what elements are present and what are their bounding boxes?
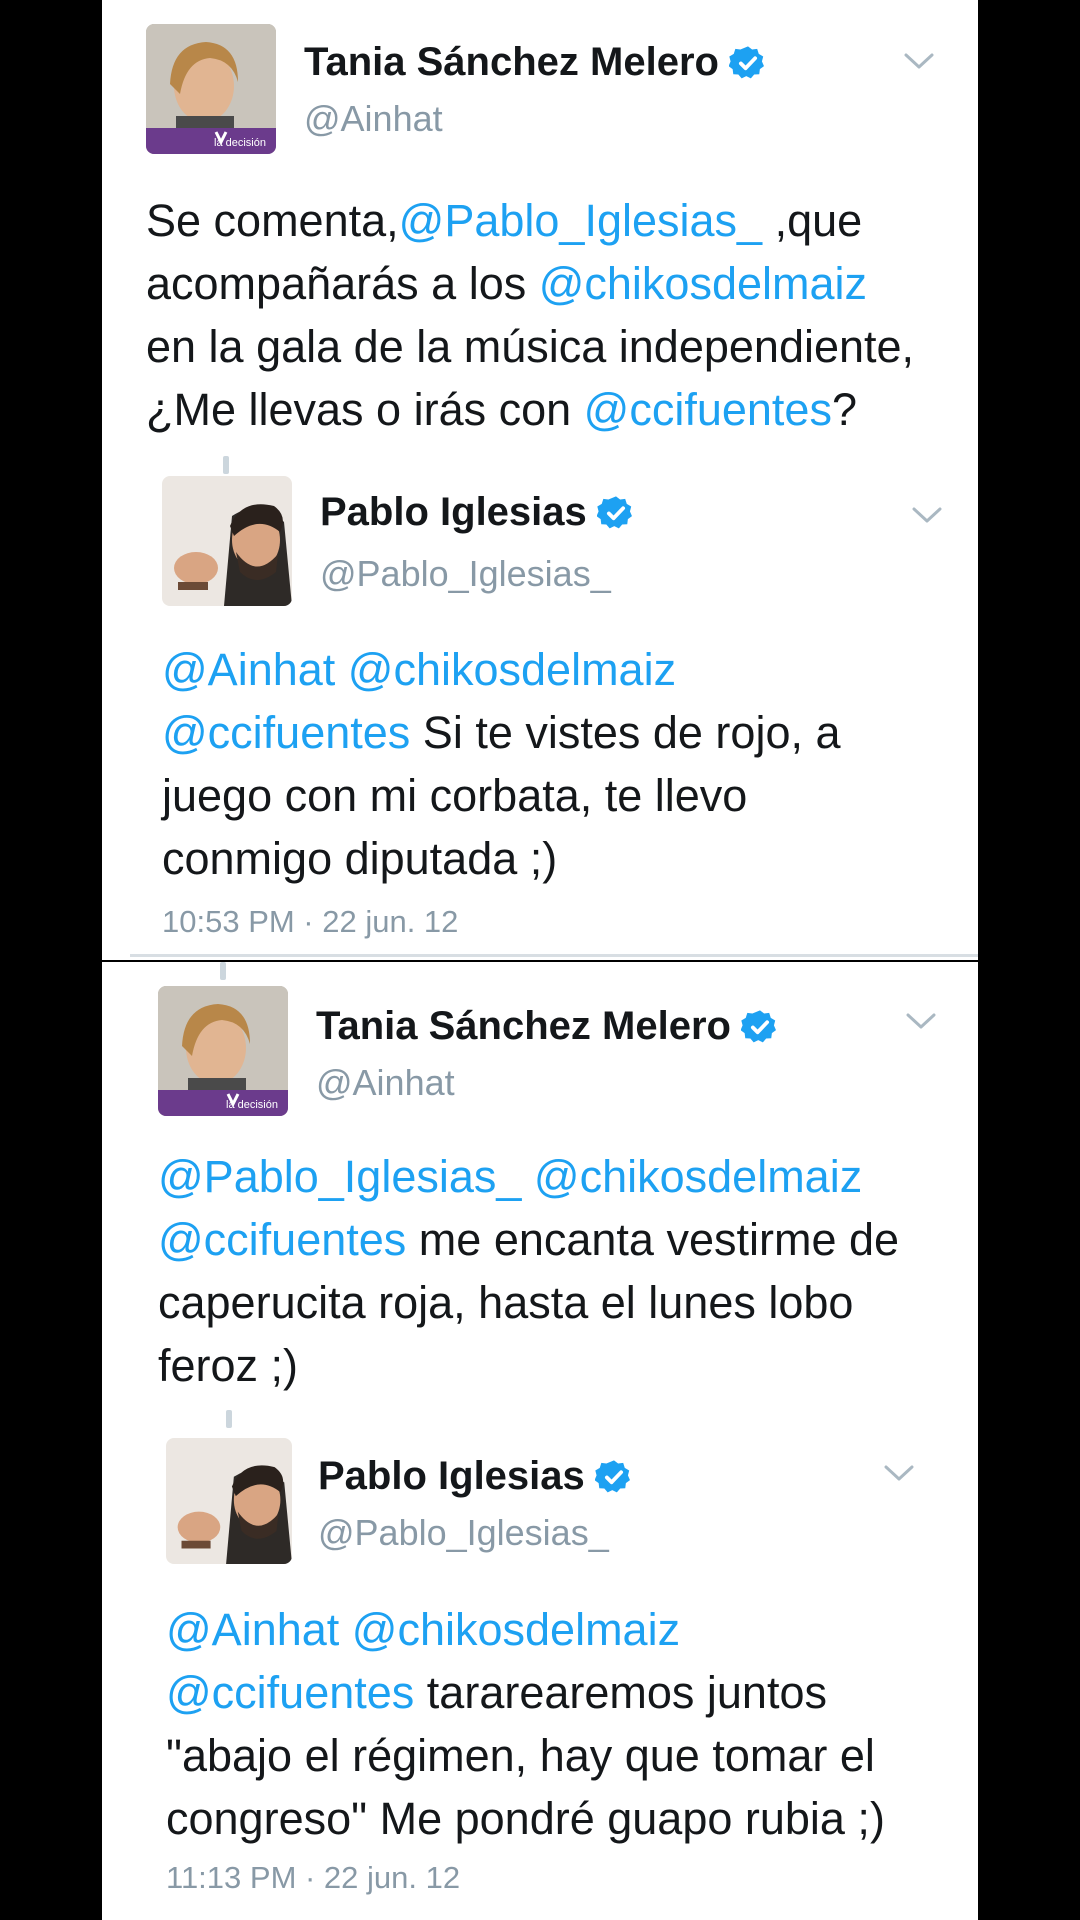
tweet-line: @Ainhat @chikosdelmaiz <box>166 1598 885 1661</box>
tweet-line: Se comenta,@Pablo_Iglesias_ ,que <box>146 189 914 252</box>
tweet-line: @ccifuentes me encanta vestirme de <box>158 1208 899 1271</box>
mention-link[interactable]: @Pablo_Iglesias_ <box>399 195 762 246</box>
author-handle[interactable]: @Ainhat <box>304 98 443 140</box>
card-divider <box>130 954 978 957</box>
text-segment: en la gala de la música independiente, <box>146 321 915 372</box>
tweet-pablo-2[interactable]: Pablo Iglesias @Pablo_Iglesias_ @Ainhat … <box>102 1432 978 1920</box>
tweet-line: ¿Me llevas o irás con @ccifuentes? <box>146 378 914 441</box>
tweet-line: conmigo diputada ;) <box>162 827 841 890</box>
text-segment: me encanta vestirme de <box>406 1214 900 1265</box>
conversation-card-2: la decisión Tania Sánchez Melero @Ainhat… <box>102 962 978 1920</box>
author-name[interactable]: Tania Sánchez Melero <box>304 40 719 85</box>
conversation-card-1: la decisión Tania Sánchez Melero @Ainhat… <box>102 0 978 960</box>
tweet-line: congreso" Me pondré guapo rubia ;) <box>166 1787 885 1850</box>
verified-badge-icon <box>740 1009 776 1042</box>
text-segment: caperucita roja, hasta el lunes lobo <box>158 1277 854 1328</box>
tweet-line: caperucita roja, hasta el lunes lobo <box>158 1271 899 1334</box>
mention-link[interactable]: @Pablo_Iglesias_ @chikosdelmaiz <box>158 1151 862 1202</box>
mention-link[interactable]: @ccifuentes <box>584 384 832 435</box>
tweet-pablo-1[interactable]: Pablo Iglesias @Pablo_Iglesias_ @Ainhat … <box>102 470 978 960</box>
mention-link[interactable]: @Ainhat @chikosdelmaiz <box>162 644 676 695</box>
text-segment: conmigo diputada ;) <box>162 833 558 884</box>
mention-link[interactable]: @ccifuentes <box>162 707 410 758</box>
text-segment: ¿Me llevas o irás con <box>146 384 584 435</box>
chevron-down-icon[interactable] <box>882 1462 916 1484</box>
mention-link[interactable]: @ccifuentes <box>158 1214 406 1265</box>
tweet-line: acompañarás a los @chikosdelmaiz <box>146 252 914 315</box>
text-segment: Si te vistes de rojo, a <box>410 707 841 758</box>
avatar-pablo[interactable] <box>166 1438 292 1564</box>
verified-badge-icon <box>594 1459 630 1492</box>
mention-link[interactable]: @chikosdelmaiz <box>539 258 867 309</box>
text-segment: ,que <box>762 195 863 246</box>
chevron-down-icon[interactable] <box>910 504 944 526</box>
tweet-line: @Ainhat @chikosdelmaiz <box>162 638 841 701</box>
mention-link[interactable]: @Ainhat @chikosdelmaiz <box>166 1604 680 1655</box>
text-segment: feroz ;) <box>158 1340 299 1391</box>
text-segment: ? <box>831 384 857 435</box>
tweet-line: "abajo el régimen, hay que tomar el <box>166 1724 885 1787</box>
author-name[interactable]: Pablo Iglesias <box>318 1454 585 1499</box>
mention-link[interactable]: @ccifuentes <box>166 1667 414 1718</box>
text-segment: Se comenta, <box>146 195 399 246</box>
text-segment: juego con mi corbata, te llevo <box>162 770 748 821</box>
author-name[interactable]: Pablo Iglesias <box>320 490 587 535</box>
chevron-down-icon[interactable] <box>902 50 936 72</box>
author-handle[interactable]: @Ainhat <box>316 1062 455 1104</box>
tweet-text: @Pablo_Iglesias_ @chikosdelmaiz @ccifuen… <box>158 1145 899 1397</box>
tweet-line: feroz ;) <box>158 1334 899 1397</box>
author-handle[interactable]: @Pablo_Iglesias_ <box>318 1512 609 1554</box>
author-handle[interactable]: @Pablo_Iglesias_ <box>320 553 611 595</box>
text-segment: congreso" Me pondré guapo rubia ;) <box>166 1793 885 1844</box>
tweet-line: en la gala de la música independiente, <box>146 315 914 378</box>
text-segment: tararearemos juntos <box>414 1667 827 1718</box>
avatar-tania[interactable]: la decisión <box>146 24 276 154</box>
tweet-text: @Ainhat @chikosdelmaiz @ccifuentes Si te… <box>162 638 841 890</box>
tweet-line: juego con mi corbata, te llevo <box>162 764 841 827</box>
tweet-tania-1[interactable]: la decisión Tania Sánchez Melero @Ainhat… <box>102 0 978 440</box>
tweet-timestamp[interactable]: 11:13 PM · 22 jun. 12 <box>166 1860 460 1896</box>
text-segment: acompañarás a los <box>146 258 539 309</box>
chevron-down-icon[interactable] <box>904 1010 938 1032</box>
tweet-text: Se comenta,@Pablo_Iglesias_ ,que acompañ… <box>146 189 914 441</box>
avatar-pablo[interactable] <box>162 476 292 606</box>
text-segment: "abajo el régimen, hay que tomar el <box>166 1730 875 1781</box>
thread-connector <box>226 1410 232 1428</box>
tweet-tania-2[interactable]: la decisión Tania Sánchez Melero @Ainhat… <box>102 962 978 1402</box>
verified-badge-icon <box>728 45 764 78</box>
author-name[interactable]: Tania Sánchez Melero <box>316 1004 731 1049</box>
verified-badge-icon <box>596 495 632 528</box>
avatar-tania[interactable]: la decisión <box>158 986 288 1116</box>
tweet-line: @ccifuentes tararearemos juntos <box>166 1661 885 1724</box>
tweet-line: @ccifuentes Si te vistes de rojo, a <box>162 701 841 764</box>
tweet-line: @Pablo_Iglesias_ @chikosdelmaiz <box>158 1145 899 1208</box>
tweet-text: @Ainhat @chikosdelmaiz @ccifuentes tarar… <box>166 1598 885 1850</box>
tweet-timestamp[interactable]: 10:53 PM · 22 jun. 12 <box>162 904 458 940</box>
